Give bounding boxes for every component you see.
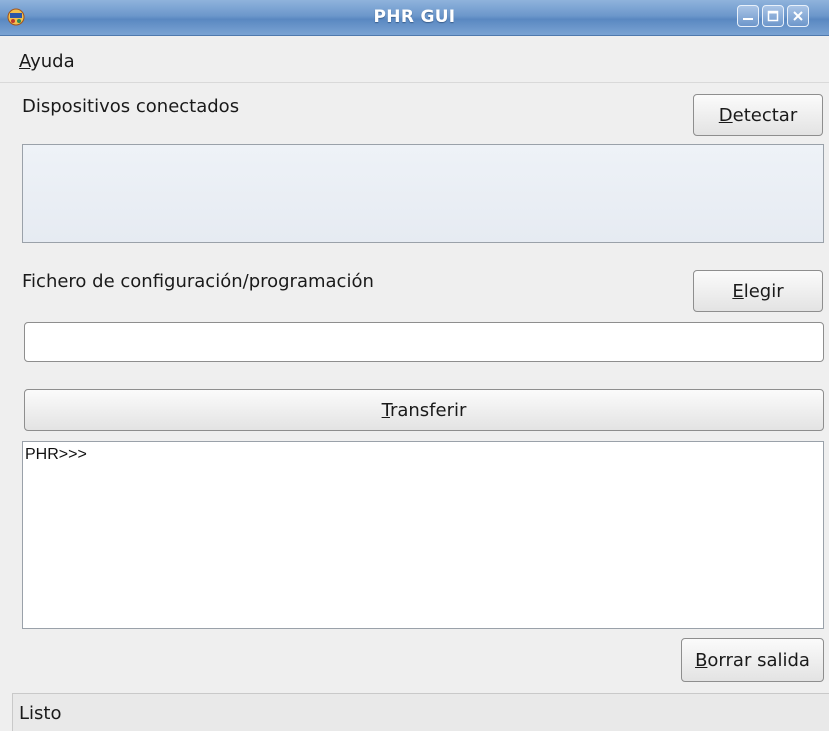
transfer-button[interactable]: Transferir bbox=[24, 389, 824, 431]
detect-button[interactable]: Detectar bbox=[693, 94, 823, 136]
output-console[interactable]: PHR>>> bbox=[22, 441, 824, 629]
choose-label: legir bbox=[743, 280, 784, 302]
clear-output-label: orrar salida bbox=[707, 649, 810, 671]
minimize-icon bbox=[743, 18, 753, 20]
clear-output-button[interactable]: Borrar salida bbox=[681, 638, 824, 682]
maximize-icon bbox=[767, 10, 779, 22]
maximize-button[interactable] bbox=[762, 5, 784, 27]
menu-ayuda-mnemonic: A bbox=[19, 51, 31, 72]
menu-ayuda-label: yuda bbox=[30, 51, 75, 72]
output-prompt: PHR>>> bbox=[25, 446, 87, 463]
close-icon bbox=[793, 11, 803, 21]
detect-label: etectar bbox=[732, 104, 798, 126]
minimize-button[interactable] bbox=[737, 5, 759, 27]
status-text: Listo bbox=[19, 703, 62, 724]
config-file-input[interactable] bbox=[24, 322, 824, 362]
config-label: Fichero de configuración/programación bbox=[22, 271, 374, 292]
choose-button[interactable]: Elegir bbox=[693, 270, 823, 312]
devices-list[interactable] bbox=[22, 144, 824, 243]
choose-mnemonic: E bbox=[732, 280, 744, 302]
menu-ayuda[interactable]: Ayuda bbox=[19, 51, 75, 72]
transfer-mnemonic: T bbox=[381, 399, 390, 421]
clear-output-mnemonic: B bbox=[695, 649, 708, 671]
status-bar: Listo bbox=[12, 693, 829, 731]
devices-label: Dispositivos conectados bbox=[22, 96, 240, 117]
menu-bar: Ayuda bbox=[0, 36, 829, 82]
window-title: PHR GUI bbox=[373, 7, 456, 27]
close-button[interactable] bbox=[787, 5, 809, 27]
menu-separator bbox=[0, 82, 829, 83]
main-window: PHR GUI Ayuda Dispositivos conectados De… bbox=[0, 0, 829, 731]
detect-mnemonic: D bbox=[718, 104, 733, 126]
transfer-label: ransferir bbox=[389, 399, 467, 421]
title-bar[interactable]: PHR GUI bbox=[0, 0, 829, 36]
